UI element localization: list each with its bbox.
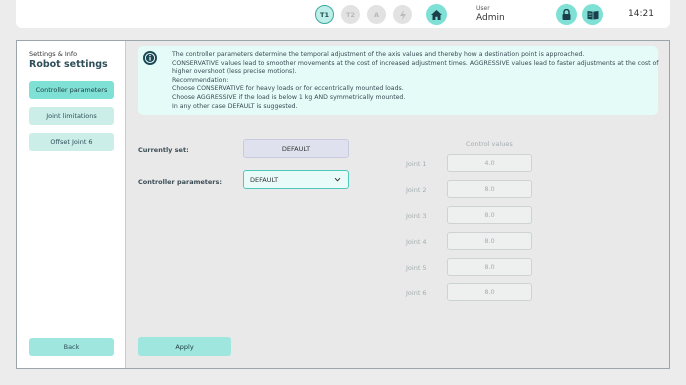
- info-box: The controller parameters determine the …: [138, 46, 658, 115]
- apply-button[interactable]: Apply: [138, 337, 231, 356]
- select-value: DEFAULT: [250, 175, 279, 184]
- sidebar-item-offset-joint-6[interactable]: Offset Joint 6: [29, 133, 114, 151]
- currently-set-label: Currently set:: [138, 146, 189, 154]
- lightning-icon: [399, 9, 406, 20]
- joint-1-value: 4.0: [447, 154, 532, 172]
- mode-t1-button[interactable]: T1: [315, 5, 334, 24]
- sidebar-item-joint-limitations[interactable]: Joint limitations: [29, 107, 114, 125]
- controller-parameters-select[interactable]: DEFAULT: [243, 170, 349, 189]
- mode-auto-button[interactable]: A: [367, 5, 386, 24]
- control-values-title: Control values: [466, 140, 513, 148]
- joint-1-label: Joint 1: [406, 160, 427, 168]
- joint-3-label: Joint 3: [406, 212, 427, 220]
- info-text-line: higher overshoot (less precise motions).: [172, 68, 297, 76]
- back-button[interactable]: Back: [29, 338, 114, 356]
- info-text-line: The controller parameters determine the …: [172, 51, 585, 58]
- joint-6-value: 8.0: [447, 283, 532, 301]
- mode-t2-button[interactable]: T2: [341, 5, 360, 24]
- lock-button[interactable]: [556, 4, 577, 25]
- info-text-line: In any other case DEFAULT is suggested.: [172, 102, 298, 110]
- top-bar: T1 T2 A User Admin 14:21: [16, 0, 670, 28]
- manual-button[interactable]: [582, 4, 603, 25]
- joint-5-value: 8.0: [447, 258, 532, 276]
- sidebar-item-controller-parameters[interactable]: Controller parameters: [29, 81, 114, 99]
- joint-5-label: Joint 5: [406, 264, 427, 272]
- user-label: User: [476, 5, 490, 12]
- power-mode-button[interactable]: [393, 5, 412, 24]
- joint-2-label: Joint 2: [406, 186, 427, 194]
- chevron-down-icon: [334, 177, 341, 182]
- sidebar-title: Robot settings: [29, 59, 108, 70]
- lock-icon: [562, 9, 571, 20]
- book-icon: [587, 10, 598, 19]
- info-text-line: Choose CONSERVATIVE for heavy loads or f…: [172, 85, 404, 93]
- home-button[interactable]: [426, 4, 447, 25]
- joint-2-value: 8.0: [447, 180, 532, 198]
- info-text-line: Choose AGGRESSIVE if the load is below 1…: [172, 93, 406, 101]
- info-icon: [143, 51, 157, 65]
- sidebar-subtitle: Settings & Info: [29, 50, 78, 58]
- controller-parameters-label: Controller parameters:: [138, 178, 222, 186]
- joint-3-value: 8.0: [447, 206, 532, 224]
- sidebar: Settings & Info Robot settings Controlle…: [17, 41, 126, 368]
- currently-set-value: DEFAULT: [243, 139, 349, 158]
- home-icon: [431, 9, 442, 20]
- joint-6-label: Joint 6: [406, 289, 427, 297]
- joint-4-label: Joint 4: [406, 238, 427, 246]
- info-text-line: Recommendation:: [172, 76, 229, 84]
- info-text-line: CONSERVATIVE values lead to smoother mov…: [172, 59, 659, 67]
- content-panel: The controller parameters determine the …: [126, 41, 669, 368]
- main-frame: Settings & Info Robot settings Controlle…: [16, 40, 670, 369]
- user-name: Admin: [476, 13, 505, 23]
- joint-4-value: 8.0: [447, 232, 532, 250]
- clock: 14:21: [628, 9, 654, 19]
